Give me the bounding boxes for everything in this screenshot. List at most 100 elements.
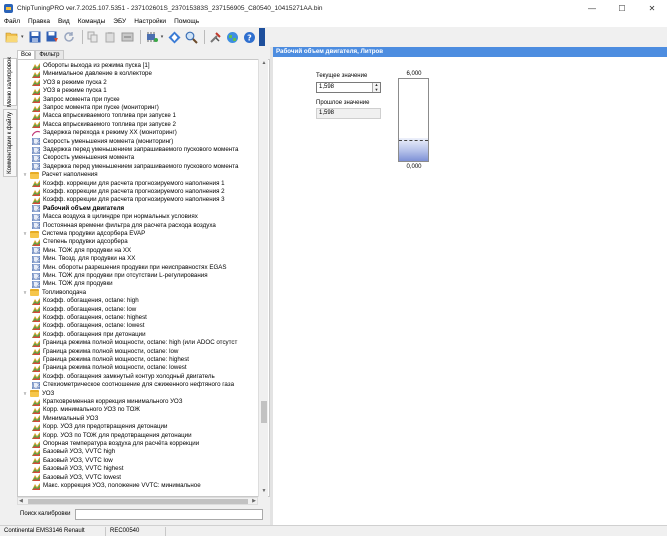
tree-item[interactable]: 1.2 Мин. ТОЖ для продувки на ХХ <box>32 247 131 255</box>
tab-all[interactable]: Все <box>17 50 36 59</box>
tree-item[interactable]: Обороты выхода из режима пуска [1] <box>32 62 150 70</box>
tree-vertical-scrollbar[interactable]: ▲ ▼ <box>258 59 268 497</box>
navigate-button[interactable] <box>167 29 182 45</box>
menu-help[interactable]: Помощь <box>174 18 199 25</box>
spin-down-icon[interactable]: ▼ <box>373 87 380 93</box>
compare-button[interactable] <box>120 29 135 45</box>
tree-item[interactable]: 1.2 Задержка перед уменьшением запрашивае… <box>32 146 238 154</box>
collapse-toggle-icon[interactable]: ▿ <box>22 172 28 178</box>
refresh-button[interactable] <box>62 29 77 45</box>
maximize-button[interactable]: ☐ <box>607 0 637 16</box>
tab-calibration-menu[interactable]: Меню калибровок <box>3 57 17 107</box>
tree-item[interactable]: УОЗ в режиме пуска 2 <box>32 79 107 87</box>
save-button[interactable] <box>28 29 43 45</box>
tree-item[interactable]: Корр. УОЗ по ТОЖ для предотвращения дето… <box>32 432 192 440</box>
copy-button[interactable] <box>86 29 101 45</box>
close-button[interactable]: ✕ <box>637 0 667 16</box>
tree-item[interactable]: Масса впрыскиваемого топлива при запуске… <box>32 112 176 120</box>
value-spinner[interactable]: ▲ ▼ <box>372 82 380 93</box>
tree-item[interactable]: Макс. коррекция УОЗ, положение VVTC: мин… <box>32 482 201 490</box>
tree-item[interactable]: 1.2 Задержка перед уменьшением запрашивае… <box>32 163 238 171</box>
online-button[interactable] <box>225 29 240 45</box>
value-gauge[interactable] <box>398 78 429 162</box>
chevron-down-icon[interactable]: ▾ <box>21 34 26 40</box>
tree-item[interactable]: 1.2 Постоянная времени фильтра для расчет… <box>32 222 216 230</box>
menu-settings[interactable]: Настройки <box>134 18 166 25</box>
tree-item[interactable]: Базовый УОЗ, VVTC low <box>32 457 113 465</box>
help-button[interactable]: ? <box>242 29 257 45</box>
chevron-down-icon[interactable]: ▾ <box>161 34 166 40</box>
tab-filter[interactable]: Фильтр <box>35 50 64 59</box>
tree-item[interactable]: Коэфф. коррекции для расчета прогнозируе… <box>32 196 225 204</box>
toolbar-options-button[interactable] <box>259 28 266 46</box>
tree-horizontal-scrollbar[interactable]: ◀ ▶ <box>17 497 258 505</box>
tree-item[interactable]: УОЗ в режиме пуска 1 <box>32 87 107 95</box>
minimize-button[interactable]: — <box>577 0 607 16</box>
tree-item[interactable]: Базовый УОЗ, VVTC highest <box>32 465 123 473</box>
checksum-button[interactable] <box>144 29 159 45</box>
tree-folder[interactable]: ▿ Топливоподача <box>22 289 86 297</box>
tree-folder[interactable]: ▿ УОЗ <box>22 390 54 398</box>
tree-item[interactable]: Коэфф. обогащения при детонации <box>32 331 146 339</box>
calibration-tree[interactable]: Обороты выхода из режима пуска [1] Минима… <box>17 59 270 497</box>
tree-item[interactable]: 1.2 Мин. обороты разрешения продувки при … <box>32 264 227 272</box>
tree-item[interactable]: Базовый УОЗ, VVTC lowest <box>32 474 121 482</box>
tree-item[interactable]: Граница режима полной мощности, octane: … <box>32 356 189 364</box>
tree-item[interactable]: 1.2 Стехиометрическое соотношение для сжи… <box>32 381 234 389</box>
current-value-input[interactable]: 1,598 ▲ ▼ <box>316 82 381 93</box>
scroll-up-icon[interactable]: ▲ <box>259 60 269 68</box>
tree-item[interactable]: Запрос момента при пуске <box>32 96 120 104</box>
horizontal-scrollbar-thumb[interactable] <box>28 499 248 504</box>
tree-item[interactable]: Коэфф. коррекции для расчета прогнозируе… <box>32 188 225 196</box>
tree-item[interactable]: 1.2 Масса воздуха в цилиндре при нормальн… <box>32 213 198 221</box>
menu-ecu[interactable]: ЭБУ <box>113 18 126 25</box>
tree-item[interactable]: Степень продувки адсорбера <box>32 238 128 246</box>
tree-item[interactable]: 1.2 Мин. ТОЖ для продувки при отсутствии … <box>32 272 208 280</box>
tree-item[interactable]: Граница режима полной мощности, octane: … <box>32 348 178 356</box>
tree-item[interactable]: Кратковременная коррекция минимального У… <box>32 398 182 406</box>
tree-item[interactable]: Коэфф. обогащения, octane: highest <box>32 314 147 322</box>
tree-item[interactable]: Граница режима полной мощности, octane: … <box>32 364 187 372</box>
tree-item[interactable]: Корр. минимального УОЗ по ТОЖ <box>32 406 140 414</box>
scroll-left-icon[interactable]: ◀ <box>19 498 23 505</box>
search-button[interactable] <box>184 29 199 45</box>
scrollbar-thumb[interactable] <box>261 401 267 423</box>
menu-edit[interactable]: Правка <box>28 18 50 25</box>
scroll-down-icon[interactable]: ▼ <box>259 488 269 496</box>
tree-item[interactable]: Коэфф. обогащения, octane: lowest <box>32 322 145 330</box>
collapse-toggle-icon[interactable]: ▿ <box>22 391 28 397</box>
collapse-toggle-icon[interactable]: ▿ <box>22 290 28 296</box>
menu-file[interactable]: Файл <box>4 18 20 25</box>
tab-file-comments[interactable]: Комментарии к файлу <box>3 109 17 177</box>
scroll-right-icon[interactable]: ▶ <box>252 498 256 505</box>
menu-commands[interactable]: Команды <box>78 18 106 25</box>
tree-item[interactable]: Задержка перехода к режиму ХХ (мониторин… <box>31 129 177 137</box>
tree-item[interactable]: Минимальный УОЗ <box>32 415 98 423</box>
paste-button[interactable] <box>103 29 118 45</box>
tree-item[interactable]: Масса впрыскиваемого топлива при запуске… <box>32 121 176 129</box>
collapse-toggle-icon[interactable]: ▿ <box>22 231 28 237</box>
tree-item[interactable]: Коэфф. коррекции для расчета прогнозируе… <box>32 180 225 188</box>
tree-item[interactable]: Коэфф. обогащения, octane: low <box>32 306 136 314</box>
tree-item[interactable]: Опорная температура воздуха для расчёта … <box>32 440 199 448</box>
menu-view[interactable]: Вид <box>58 18 70 25</box>
tree-item[interactable]: Граница режима полной мощности, octane: … <box>32 339 237 347</box>
tree-item[interactable]: Базовый УОЗ, VVTC high <box>32 448 115 456</box>
tree-item[interactable]: Корр. УОЗ для предотвращения детонации <box>32 423 167 431</box>
tree-item[interactable]: Запрос момента при пуске (мониторинг) <box>32 104 159 112</box>
tree-folder[interactable]: ▿ Система продувки адсорбера EVAP <box>22 230 145 238</box>
tree-folder[interactable]: ▿ Расчет наполнения <box>22 171 98 179</box>
search-input[interactable] <box>74 508 263 520</box>
tree-item[interactable]: Коэфф. обогащения, octane: high <box>32 297 139 305</box>
open-folder-button[interactable] <box>4 29 19 45</box>
tools-button[interactable] <box>208 29 223 45</box>
tree-item[interactable]: Коэфф. обогащения замкнутый контур холод… <box>32 373 215 381</box>
tree-item[interactable]: 1.2 Мин. ТОЖ для продувки <box>32 280 113 288</box>
tree-item[interactable]: 1.2 Рабочий объем двигателя <box>32 205 124 213</box>
tree-item[interactable]: 1.2 Мин. Твозд. для продувки на ХХ <box>32 255 135 263</box>
tree-item[interactable]: Минимальное давление в коллекторе <box>32 70 152 78</box>
tree-item[interactable]: 1.2 Скорость уменьшения момента (монитори… <box>32 138 173 146</box>
tree-item-label: Коэфф. коррекции для расчета прогнозируе… <box>43 179 225 187</box>
tree-item[interactable]: 1.2 Скорость уменьшения момента <box>32 154 134 162</box>
save-as-button[interactable] <box>45 29 60 45</box>
